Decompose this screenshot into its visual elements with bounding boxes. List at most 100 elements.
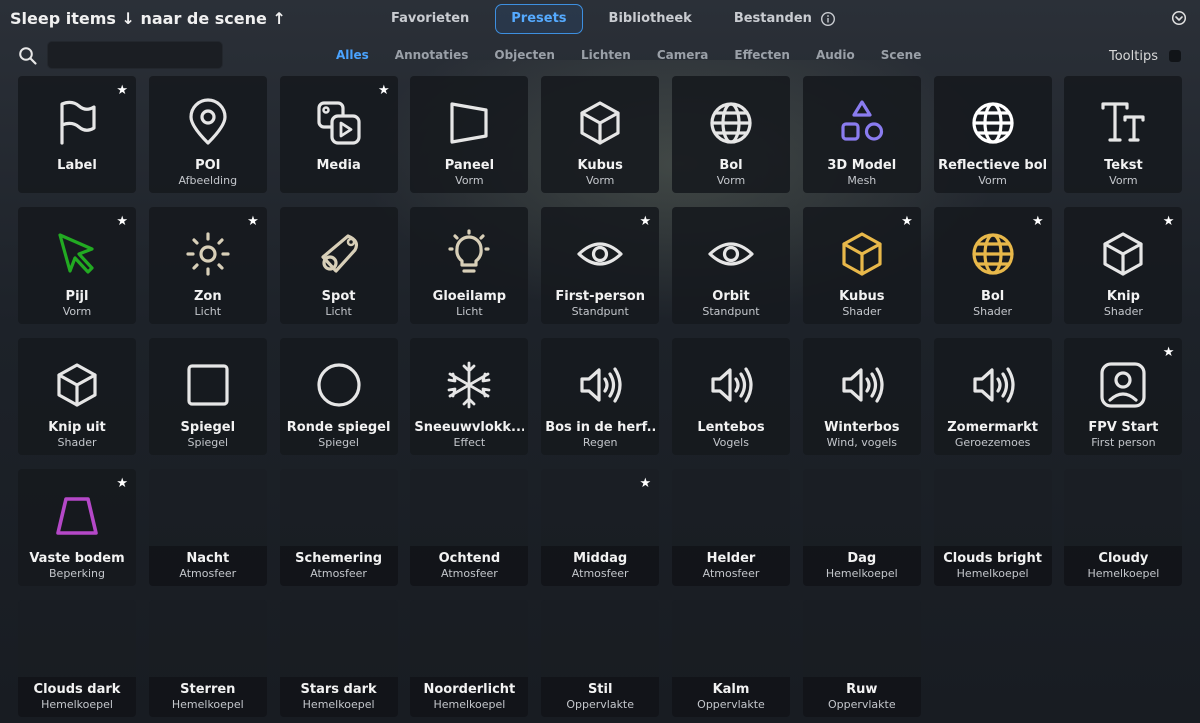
filter-lichten[interactable]: Lichten xyxy=(568,48,644,62)
tile-name: Reflectieve bol xyxy=(938,158,1048,173)
speaker-icon xyxy=(837,360,887,410)
preset-tile[interactable]: Bol Vorm xyxy=(672,76,790,193)
tile-subtitle: Shader xyxy=(57,436,97,449)
tooltips-checkbox[interactable] xyxy=(1169,50,1181,62)
favorite-star-icon[interactable]: ★ xyxy=(1163,214,1175,229)
tile-subtitle: Hemelkoepel xyxy=(171,698,244,711)
preset-tile[interactable]: ★ Vaste bodem Beperking xyxy=(18,469,136,586)
preset-tile[interactable]: Stars dark Hemelkoepel xyxy=(279,600,398,717)
preset-tile[interactable]: Nacht Atmosfeer xyxy=(148,469,267,586)
tab-favorieten[interactable]: Favorieten xyxy=(375,4,485,34)
favorite-star-icon[interactable]: ★ xyxy=(116,214,128,229)
favorite-star-icon[interactable]: ★ xyxy=(640,214,652,229)
info-icon[interactable] xyxy=(820,11,836,27)
preset-tile[interactable]: Clouds dark Hemelkoepel xyxy=(18,600,136,717)
tile-name: Stars dark xyxy=(300,682,377,697)
filter-effecten[interactable]: Effecten xyxy=(721,48,803,62)
speaker-icon xyxy=(575,360,625,410)
favorite-star-icon[interactable]: ★ xyxy=(116,476,128,491)
favorite-star-icon[interactable]: ★ xyxy=(1163,345,1175,360)
preset-tile[interactable]: Gloeilamp Licht xyxy=(410,207,529,324)
preset-tile[interactable]: ★ First-person Standpunt xyxy=(541,207,660,324)
tab-presets[interactable]: Presets xyxy=(495,4,583,34)
tile-name: Bol xyxy=(980,289,1005,304)
preset-tile[interactable]: Sneeuwvlokk... Effect xyxy=(410,338,529,455)
tab-bibliotheek[interactable]: Bibliotheek xyxy=(593,4,708,34)
preset-tile[interactable]: Spiegel Spiegel xyxy=(148,338,267,455)
filter-alles[interactable]: Alles xyxy=(323,48,382,62)
tile-subtitle: Effect xyxy=(453,436,486,449)
search-input[interactable] xyxy=(47,41,223,69)
eye-icon xyxy=(706,229,756,279)
tile-subtitle: Atmosfeer xyxy=(310,567,367,580)
favorite-star-icon[interactable]: ★ xyxy=(901,214,913,229)
preset-tile[interactable]: Cloudy Hemelkoepel xyxy=(1064,469,1183,586)
cube-icon xyxy=(52,360,102,410)
preset-tile[interactable]: Spot Licht xyxy=(279,207,398,324)
shapes-icon xyxy=(837,98,887,148)
preset-tile[interactable]: Bos in de herf... Regen xyxy=(541,338,660,455)
preset-tile[interactable]: Winterbos Wind, vogels xyxy=(802,338,921,455)
preset-tile[interactable]: Knip uit Shader xyxy=(18,338,136,455)
preset-tile[interactable]: ★ Zon Licht xyxy=(148,207,267,324)
tile-subtitle: Atmosfeer xyxy=(702,567,760,580)
filter-scene[interactable]: Scene xyxy=(868,48,935,62)
tile-subtitle: Mesh xyxy=(847,174,877,187)
preset-tile[interactable]: Paneel Vorm xyxy=(410,76,529,193)
preset-tile[interactable]: Kalm Oppervlakte xyxy=(672,600,790,717)
tile-name: Zon xyxy=(193,289,222,304)
preset-tile[interactable]: ★ Media xyxy=(279,76,398,193)
text-size-icon xyxy=(1098,98,1148,148)
preset-tile[interactable]: Ronde spiegel Spiegel xyxy=(279,338,398,455)
tile-name: 3D Model xyxy=(827,158,897,173)
preset-tile[interactable]: Ruw Oppervlakte xyxy=(802,600,921,717)
preset-tile[interactable]: Schemering Atmosfeer xyxy=(279,469,398,586)
preset-tile[interactable]: Sterren Hemelkoepel xyxy=(148,600,267,717)
preset-tile[interactable]: POI Afbeelding xyxy=(148,76,267,193)
filter-annotaties[interactable]: Annotaties xyxy=(382,48,482,62)
preset-tile[interactable]: Zomermarkt Geroezemoes xyxy=(933,338,1052,455)
tile-name: Kalm xyxy=(712,682,750,697)
preset-tile[interactable]: Ochtend Atmosfeer xyxy=(410,469,529,586)
preset-tile[interactable]: ★ Bol Shader xyxy=(933,207,1052,324)
preset-tile[interactable]: ★ Knip Shader xyxy=(1064,207,1183,324)
preset-tile[interactable]: Lentebos Vogels xyxy=(672,338,790,455)
preset-tile[interactable]: Helder Atmosfeer xyxy=(672,469,790,586)
tile-subtitle: Hemelkoepel xyxy=(956,567,1029,580)
cube-gold-icon xyxy=(837,229,887,279)
preset-tile[interactable]: Tekst Vorm xyxy=(1064,76,1183,193)
preset-tile[interactable]: Dag Hemelkoepel xyxy=(802,469,921,586)
tile-subtitle: Hemelkoepel xyxy=(433,698,506,711)
tile-subtitle: Vorm xyxy=(455,174,484,187)
favorite-star-icon[interactable]: ★ xyxy=(247,214,259,229)
preset-tile[interactable]: Clouds bright Hemelkoepel xyxy=(933,469,1052,586)
tile-name: Sterren xyxy=(180,682,236,697)
filter-camera[interactable]: Camera xyxy=(644,48,722,62)
preset-tile[interactable]: Stil Oppervlakte xyxy=(541,600,660,717)
tile-subtitle: Spiegel xyxy=(318,436,359,449)
favorite-star-icon[interactable]: ★ xyxy=(1032,214,1044,229)
cursor-arrow-icon xyxy=(52,229,102,279)
preset-tile[interactable]: ★ Label xyxy=(18,76,136,193)
preset-tile[interactable]: Orbit Standpunt xyxy=(672,207,790,324)
tile-subtitle: Oppervlakte xyxy=(566,698,635,711)
filter-audio[interactable]: Audio xyxy=(803,48,868,62)
preset-tile[interactable]: ★ FPV Start First person xyxy=(1064,338,1183,455)
cube-icon xyxy=(575,98,625,148)
favorite-star-icon[interactable]: ★ xyxy=(640,476,652,491)
preset-tile[interactable]: Noorderlicht Hemelkoepel xyxy=(410,600,529,717)
preset-tile[interactable]: ★ Pijl Vorm xyxy=(18,207,136,324)
preset-tile[interactable]: ★ Kubus Shader xyxy=(802,207,921,324)
tab-bestanden[interactable]: Bestanden xyxy=(718,4,828,34)
filter-objecten[interactable]: Objecten xyxy=(481,48,568,62)
preset-tile[interactable]: Kubus Vorm xyxy=(541,76,660,193)
preset-tile[interactable]: 3D Model Mesh xyxy=(802,76,921,193)
favorite-star-icon[interactable]: ★ xyxy=(116,83,128,98)
search-icon[interactable] xyxy=(18,46,38,66)
favorite-star-icon[interactable]: ★ xyxy=(378,83,390,98)
tile-name: Middag xyxy=(573,551,628,566)
chevron-down-circle-icon[interactable] xyxy=(1171,10,1187,26)
tile-subtitle: Beperking xyxy=(49,567,105,580)
preset-tile[interactable]: Reflectieve bol Vorm xyxy=(933,76,1052,193)
preset-tile[interactable]: ★ Middag Atmosfeer xyxy=(541,469,660,586)
